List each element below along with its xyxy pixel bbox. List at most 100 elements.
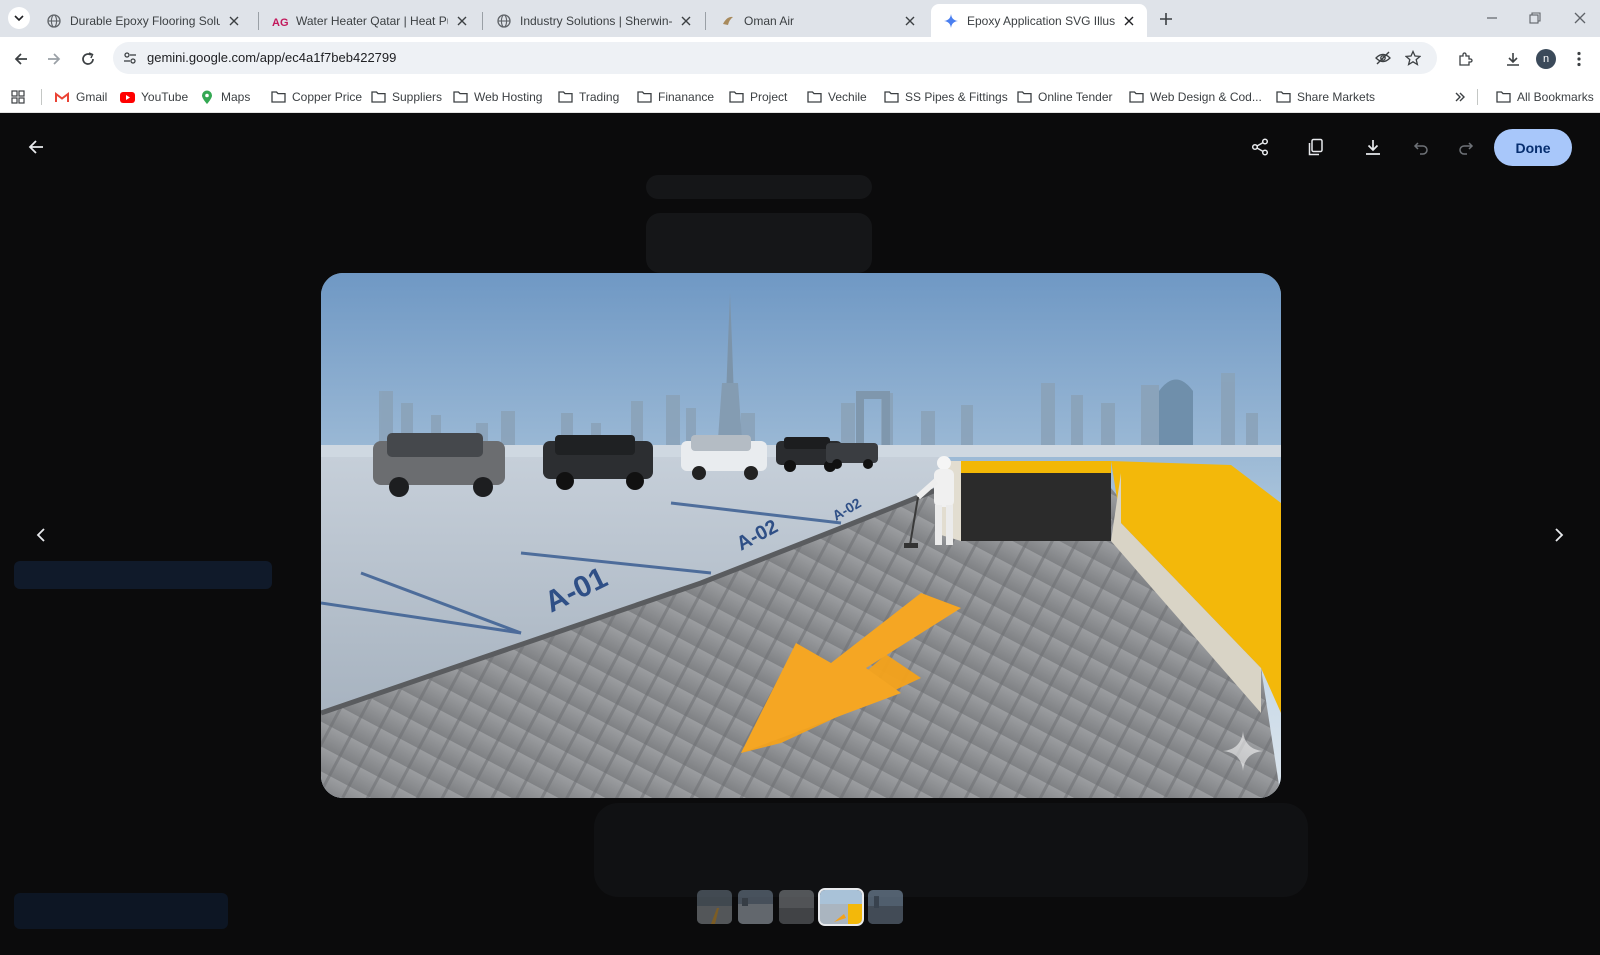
tab-epoxy-application[interactable]: Epoxy Application SVG Illustrat xyxy=(931,4,1147,37)
close-icon[interactable] xyxy=(678,13,694,29)
bookmark-divider xyxy=(41,89,42,105)
generated-image[interactable]: A-01 A-02 A-02 xyxy=(321,273,1281,798)
reload-button[interactable] xyxy=(77,48,99,70)
bookmark-label: Share Markets xyxy=(1297,90,1376,104)
downloads-button[interactable] xyxy=(1502,48,1524,70)
bookmark-ss-pipes-fittings[interactable]: SS Pipes & Fittings xyxy=(883,88,1008,106)
copy-icon xyxy=(1308,138,1323,156)
tab-water-heater[interactable]: AG Water Heater Qatar | Heat Pum xyxy=(260,4,480,37)
apps-button[interactable] xyxy=(10,88,32,106)
bookmark-project[interactable]: Project xyxy=(728,88,787,106)
bookmarks-bar: Gmail YouTube Maps Copper Price Suppliers… xyxy=(0,80,1600,113)
bookmark-gmail[interactable]: Gmail xyxy=(54,88,107,106)
gemini-sparkle-icon xyxy=(943,13,959,29)
previous-image-button[interactable] xyxy=(23,517,59,553)
chevron-right-icon xyxy=(1555,528,1564,542)
redo-button[interactable] xyxy=(1448,129,1484,165)
browser-menu-button[interactable] xyxy=(1568,48,1590,70)
all-bookmarks[interactable]: All Bookmarks xyxy=(1495,88,1594,106)
bookmark-share-markets[interactable]: Share Markets xyxy=(1275,88,1375,106)
bookmark-trading[interactable]: Trading xyxy=(557,88,619,106)
viewer-back-button[interactable] xyxy=(18,129,54,165)
bookmark-web-hosting[interactable]: Web Hosting xyxy=(452,88,542,106)
maps-icon xyxy=(199,89,215,105)
tab-durable-epoxy[interactable]: Durable Epoxy Flooring Solutio xyxy=(34,4,252,37)
bookmark-label: Vechile xyxy=(828,90,867,104)
eye-off-icon[interactable] xyxy=(1374,49,1392,67)
window-close-button[interactable] xyxy=(1570,8,1590,28)
folder-icon xyxy=(728,89,744,105)
thumbnail[interactable] xyxy=(868,890,903,924)
tab-strip: Durable Epoxy Flooring Solutio AG Water … xyxy=(0,0,1600,37)
chevron-down-icon xyxy=(14,15,24,22)
oman-air-icon xyxy=(720,13,736,29)
tab-title: Epoxy Application SVG Illustrat xyxy=(967,13,1115,28)
thumbnail[interactable] xyxy=(779,890,814,924)
more-bookmarks-button[interactable] xyxy=(1452,88,1474,106)
bookmark-finanance[interactable]: Finanance xyxy=(636,88,714,106)
bookmark-label: Online Tender xyxy=(1038,90,1113,104)
ghost-selected-chat xyxy=(14,561,272,589)
share-button[interactable] xyxy=(1242,129,1278,165)
bookmark-web-design-cod[interactable]: Web Design & Cod... xyxy=(1128,88,1262,106)
download-button[interactable] xyxy=(1355,129,1391,165)
undo-button[interactable] xyxy=(1403,129,1439,165)
folder-icon xyxy=(1128,89,1144,105)
bookmark-suppliers[interactable]: Suppliers xyxy=(370,88,442,106)
ghost-bubble xyxy=(646,213,872,273)
tab-title: Water Heater Qatar | Heat Pum xyxy=(296,13,448,28)
copy-button[interactable] xyxy=(1298,129,1334,165)
thumbnail-selected[interactable] xyxy=(818,888,864,926)
folder-icon xyxy=(370,89,386,105)
url-text: gemini.google.com/app/ec4a1f7beb422799 xyxy=(147,50,397,65)
folder-icon xyxy=(557,89,573,105)
bookmark-youtube[interactable]: YouTube xyxy=(119,88,188,106)
tab-oman-air[interactable]: Oman Air xyxy=(708,4,928,37)
minimize-icon xyxy=(1487,17,1497,19)
extensions-button[interactable] xyxy=(1454,48,1476,70)
restore-button[interactable] xyxy=(1525,8,1545,28)
bookmark-copper-price[interactable]: Copper Price xyxy=(270,88,362,106)
profile-avatar[interactable]: n xyxy=(1536,49,1556,69)
reload-icon xyxy=(82,52,94,65)
star-icon[interactable] xyxy=(1404,49,1422,67)
browser-toolbar: gemini.google.com/app/ec4a1f7beb422799 n xyxy=(0,37,1600,80)
arrow-left-icon xyxy=(14,53,27,65)
bookmark-vechile[interactable]: Vechile xyxy=(806,88,867,106)
site-info-icon[interactable] xyxy=(121,49,139,67)
new-tab-button[interactable] xyxy=(1156,9,1176,29)
tab-separator xyxy=(482,12,483,30)
restore-icon xyxy=(1529,12,1541,24)
ghost-chip xyxy=(646,175,872,199)
download-icon xyxy=(1366,140,1380,155)
thumbnail-strip xyxy=(697,888,903,926)
close-icon[interactable] xyxy=(226,13,242,29)
share-icon xyxy=(1251,138,1269,156)
next-image-button[interactable] xyxy=(1541,517,1577,553)
double-chevron-right-icon xyxy=(1452,89,1468,105)
close-icon[interactable] xyxy=(1121,13,1137,29)
puzzle-icon xyxy=(1459,52,1473,66)
globe-icon xyxy=(46,13,62,29)
folder-icon xyxy=(883,89,899,105)
tab-search-button[interactable] xyxy=(8,7,30,29)
bookmark-label: YouTube xyxy=(141,90,189,104)
thumbnail[interactable] xyxy=(738,890,773,924)
bookmark-online-tender[interactable]: Online Tender xyxy=(1016,88,1113,106)
undo-icon xyxy=(1413,142,1428,155)
close-icon[interactable] xyxy=(902,13,918,29)
bookmark-maps[interactable]: Maps xyxy=(199,88,250,106)
done-button[interactable]: Done xyxy=(1494,129,1572,166)
bookmark-divider xyxy=(1477,89,1478,105)
back-button[interactable] xyxy=(10,48,32,70)
apps-grid-icon xyxy=(10,89,26,105)
close-icon xyxy=(1574,12,1586,24)
folder-icon xyxy=(1016,89,1032,105)
address-bar[interactable]: gemini.google.com/app/ec4a1f7beb422799 xyxy=(113,42,1437,74)
close-icon[interactable] xyxy=(454,13,470,29)
forward-button[interactable] xyxy=(43,48,65,70)
folder-icon xyxy=(452,89,468,105)
minimize-button[interactable] xyxy=(1482,8,1502,28)
thumbnail[interactable] xyxy=(697,890,732,924)
tab-industry-solutions[interactable]: Industry Solutions | Sherwin-W xyxy=(484,4,704,37)
